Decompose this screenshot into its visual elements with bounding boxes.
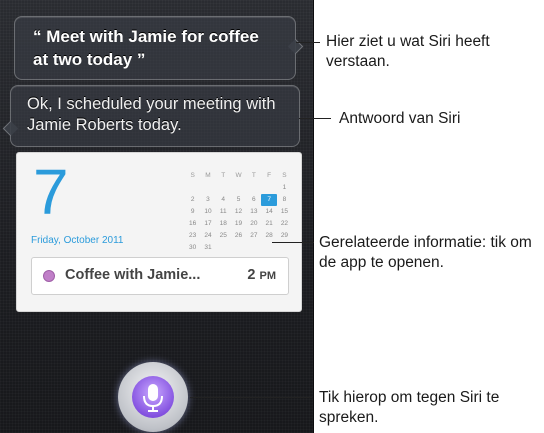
mini-calendar-day: 12 <box>234 208 243 215</box>
microphone-icon <box>132 376 174 418</box>
weekday-label: S <box>282 172 287 179</box>
mini-calendar-day: 22 <box>280 220 289 227</box>
mini-calendar-weekdays: SMTWTFS <box>185 170 295 182</box>
mini-calendar-day: 2 <box>190 196 195 203</box>
mini-calendar-day: 8 <box>282 196 287 203</box>
callout-line <box>272 242 314 243</box>
mini-calendar-day: 20 <box>250 220 258 227</box>
mini-calendar-day: 4 <box>221 196 226 203</box>
mini-calendar-day <box>261 242 276 254</box>
mini-calendar-day <box>216 242 231 254</box>
siri-mic-button[interactable] <box>118 362 188 432</box>
weekday-label: S <box>190 172 195 179</box>
mini-calendar-day: 23 <box>189 232 197 239</box>
event-title: Coffee with Jamie... <box>65 267 201 283</box>
user-speech-bubble: “ Meet with Jamie for coffee at two toda… <box>14 16 304 80</box>
callout-related: Gerelateerde informatie: tik om de app t… <box>319 234 532 271</box>
mini-calendar-week: 23 24 25 26 27 28 29 <box>185 230 295 242</box>
mini-calendar-day: 13 <box>250 208 258 215</box>
mini-calendar-week: 1 <box>185 182 295 194</box>
mini-calendar-today: 7 <box>261 194 277 206</box>
mini-calendar-day: 14 <box>265 208 273 215</box>
mini-calendar-day: 15 <box>280 208 289 215</box>
mini-calendar-day: 3 <box>206 196 210 203</box>
mini-calendar-day: 17 <box>204 220 212 227</box>
mini-calendar-day <box>231 182 246 194</box>
weekday-label: M <box>205 172 211 179</box>
mini-calendar-week: 2 3 4 5 678 <box>185 194 295 206</box>
siri-response-text: Ok, I scheduled your meeting with Jamie … <box>27 95 276 134</box>
mini-calendar-day: 6 <box>252 196 256 203</box>
mini-calendar-day <box>200 182 215 194</box>
mini-calendar-week: 16 17 18 19 20 21 22 <box>185 218 295 230</box>
mini-calendar-day: 21 <box>265 220 273 227</box>
mini-calendar-day: 18 <box>219 220 227 227</box>
weekday-label: T <box>221 172 226 179</box>
mini-calendar-day <box>216 182 231 194</box>
mini-calendar-day: 25 <box>219 232 227 239</box>
mini-calendar-week: 9 10 11 12 13 14 15 <box>185 206 295 218</box>
date-label: Friday, October 2011 <box>31 235 124 246</box>
user-quote: “ Meet with Jamie for coffee at two toda… <box>33 27 259 69</box>
callout-line <box>299 118 331 119</box>
calendar-card[interactable]: 7 Friday, October 2011 SMTWTFS1234567891… <box>16 152 302 312</box>
weekday-label: W <box>235 172 242 179</box>
weekday-label: F <box>267 172 272 179</box>
callout-understood: Hier ziet u wat Siri heeft verstaan. <box>326 33 490 70</box>
mini-calendar-day <box>231 242 246 254</box>
callout-tap: Tik hierop om tegen Siri te spreken. <box>319 389 500 426</box>
mini-calendar-day <box>261 182 276 194</box>
calendar-color-dot-icon <box>43 270 55 282</box>
mini-calendar-day: 28 <box>265 232 273 239</box>
callout-answer: Antwoord van Siri <box>339 110 461 127</box>
microphone-glyph-icon <box>143 384 163 412</box>
callout-line <box>296 42 320 43</box>
siri-screen: “ Meet with Jamie for coffee at two toda… <box>0 0 314 433</box>
event-hour: 2 <box>247 267 256 283</box>
mini-calendar-day: 9 <box>190 208 195 215</box>
mini-calendar-day: 11 <box>219 208 227 215</box>
mini-calendar-week: 30 31 <box>185 242 295 254</box>
mini-calendar-day: 26 <box>234 232 243 239</box>
bubble-tail <box>2 120 19 137</box>
mini-calendar-day: 5 <box>236 196 241 203</box>
day-number: 7 <box>33 156 69 228</box>
mini-calendar-day: 24 <box>204 232 212 239</box>
mini-calendar-day: 27 <box>250 232 258 239</box>
callout-line <box>190 397 312 398</box>
event-ampm: PM <box>259 270 277 282</box>
weekday-label: T <box>251 172 256 179</box>
mini-calendar-day: 30 <box>189 244 197 251</box>
mini-calendar-day: 31 <box>204 244 212 251</box>
mini-calendar-day: 29 <box>280 232 289 239</box>
mini-calendar-day: 1 <box>282 184 287 191</box>
mini-calendar-day: 16 <box>189 220 197 227</box>
event-time: 2 PM <box>247 267 276 283</box>
mini-calendar-day <box>246 242 261 254</box>
event-row[interactable]: Coffee with Jamie... 2 PM <box>31 257 289 295</box>
siri-response-bubble: Ok, I scheduled your meeting with Jamie … <box>2 85 300 147</box>
mini-calendar-day <box>246 182 261 194</box>
mini-calendar-day: 10 <box>204 208 212 215</box>
mini-calendar-day <box>185 182 200 194</box>
mini-calendar-day: 19 <box>234 220 243 227</box>
mini-calendar-day <box>277 242 292 254</box>
